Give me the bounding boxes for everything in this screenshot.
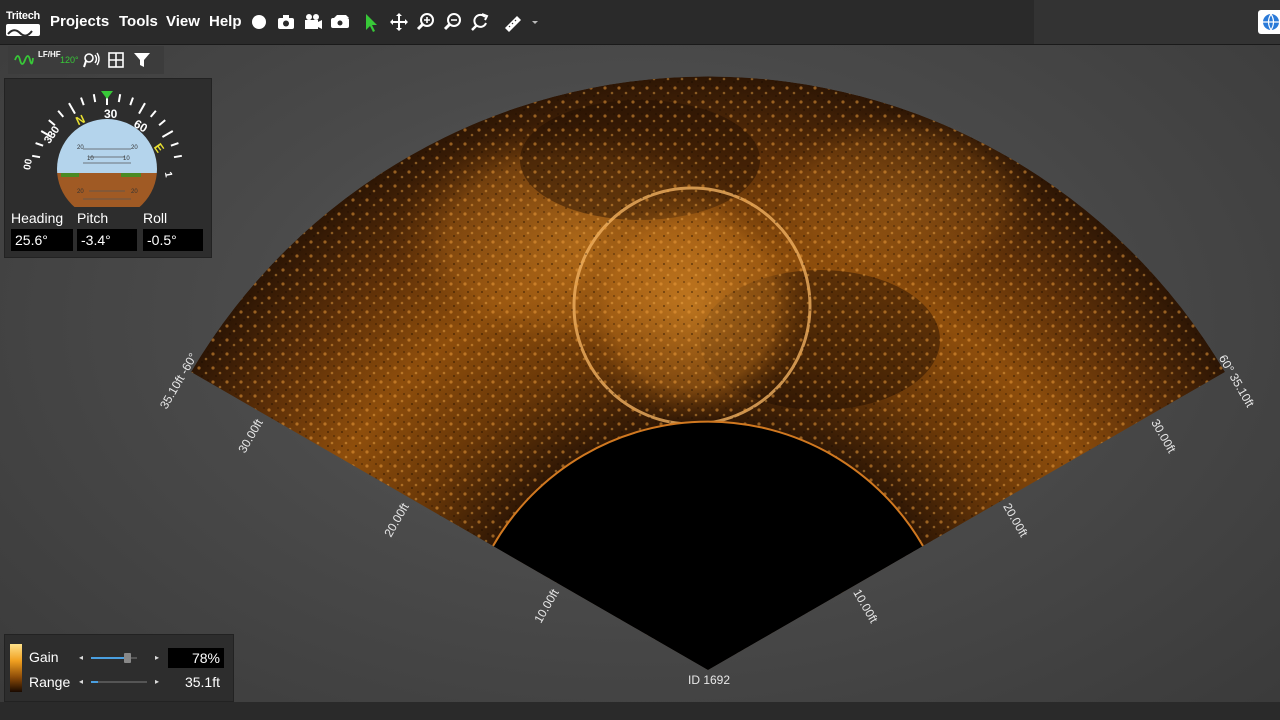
frequency-toggle[interactable]: LF/HF xyxy=(38,50,61,70)
gain-range-panel: Gain ◂ ▸ 78% Range ◂ ▸ 35.1ft xyxy=(4,634,234,702)
record-icon[interactable] xyxy=(248,11,270,33)
menu-projects[interactable]: Projects xyxy=(50,13,109,30)
filter-icon[interactable] xyxy=(132,50,152,70)
compass-tick xyxy=(158,119,166,127)
compass-tick xyxy=(68,102,76,115)
gain-slider[interactable] xyxy=(91,653,137,663)
logo-wave-icon xyxy=(6,24,40,37)
heading-value: 25.6° xyxy=(11,229,73,251)
waveform-icon[interactable] xyxy=(14,50,34,70)
pitch-tick-label: 20 xyxy=(77,145,84,151)
compass-label-00: 00 xyxy=(22,158,35,171)
sonar-ping-icon[interactable] xyxy=(82,50,102,70)
menu-tools[interactable]: Tools xyxy=(119,13,158,30)
range-label: Range xyxy=(29,674,71,690)
gain-value[interactable]: 78% xyxy=(168,648,224,668)
zoom-out-icon[interactable] xyxy=(442,11,464,33)
compass-label-30: 30 xyxy=(104,107,118,121)
range-increase-arrow[interactable]: ▸ xyxy=(155,677,159,686)
range-value[interactable]: 35.1ft xyxy=(168,672,224,692)
gain-slider-thumb[interactable] xyxy=(123,653,131,663)
left-range-label-2: 20.00ft xyxy=(381,500,412,539)
heading-label: Heading xyxy=(11,210,64,226)
right-range-label-1: 30.00ft xyxy=(1148,417,1179,456)
status-bar xyxy=(0,702,1280,720)
grid-icon[interactable] xyxy=(106,50,126,70)
compass-tick xyxy=(80,97,85,106)
compass-tick xyxy=(35,142,44,147)
gain-increase-arrow[interactable]: ▸ xyxy=(155,653,159,662)
compass-tick xyxy=(170,142,179,147)
roll-value: -0.5° xyxy=(143,229,203,251)
compass-tick xyxy=(31,154,41,159)
range-decrease-arrow[interactable]: ◂ xyxy=(79,677,83,686)
compass-tick xyxy=(161,130,174,138)
pitch-tick-label: 20 xyxy=(131,145,138,151)
zoom-in-icon[interactable] xyxy=(415,11,437,33)
right-range-label-3: 10.00ft xyxy=(850,587,881,626)
compass-tick xyxy=(173,154,183,159)
compass-tick xyxy=(129,97,134,106)
attitude-indicator-panel: 00 330 N 30 60 E 1 20 10 10 20 20 20 Hea… xyxy=(4,78,212,258)
toolbar-right-area xyxy=(1034,0,1280,44)
video-camera-icon[interactable] xyxy=(302,11,324,33)
left-range-label-0: 35.10ft -60° xyxy=(157,350,200,411)
measure-icon[interactable] xyxy=(502,11,524,33)
gain-label: Gain xyxy=(29,649,59,665)
tritech-logo: Tritech xyxy=(4,8,42,38)
network-globe-icon[interactable] xyxy=(1258,10,1280,34)
menu-bar: Tritech Projects Tools View Help xyxy=(0,0,1280,45)
pitch-label: Pitch xyxy=(77,210,109,226)
compass-tick xyxy=(57,110,65,118)
left-range-label-3: 10.00ft xyxy=(531,586,562,625)
sonar-toolbar: LF/HF 120° xyxy=(8,46,164,74)
pitch-value: -3.4° xyxy=(77,229,137,251)
logo-text: Tritech xyxy=(6,10,40,22)
compass-tick xyxy=(92,93,97,103)
reset-view-icon[interactable] xyxy=(469,11,491,33)
camera-icon[interactable] xyxy=(275,11,297,33)
pitch-tick-label: 10 xyxy=(123,156,130,162)
gain-decrease-arrow[interactable]: ◂ xyxy=(79,653,83,662)
menu-view[interactable]: View xyxy=(166,13,200,30)
pitch-tick-label: 20 xyxy=(77,189,84,195)
menu-help[interactable]: Help xyxy=(209,13,242,30)
left-range-label-1: 30.00ft xyxy=(235,416,266,455)
measure-dropdown-icon[interactable] xyxy=(524,11,538,33)
compass-tick xyxy=(117,93,122,103)
range-slider[interactable] xyxy=(91,681,147,683)
compass-tick xyxy=(138,102,146,115)
pointer-icon[interactable] xyxy=(360,11,382,33)
aperture-toggle[interactable]: 120° xyxy=(60,50,82,70)
color-palette-bar[interactable] xyxy=(10,644,22,692)
pitch-tick-label: 10 xyxy=(87,156,94,162)
roll-label: Roll xyxy=(143,210,168,226)
pitch-tick-label: 20 xyxy=(131,189,138,195)
playback-icon[interactable] xyxy=(329,11,351,33)
right-range-label-2: 20.00ft xyxy=(1000,501,1031,540)
compass-tick xyxy=(149,110,157,118)
pan-icon[interactable] xyxy=(388,11,410,33)
right-range-label-0: 60° 35.10ft xyxy=(1216,352,1258,410)
artificial-horizon-gauge xyxy=(31,91,183,207)
sonar-id-label: ID 1692 xyxy=(688,673,731,687)
